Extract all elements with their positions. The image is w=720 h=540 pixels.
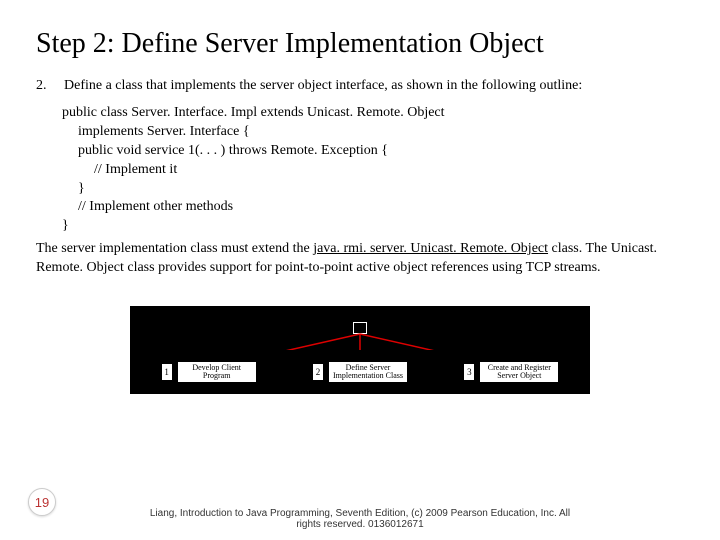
code-line: } (62, 217, 684, 236)
diagram: 1 Develop ClientProgram 2 Define ServerI… (130, 306, 590, 394)
code-line: public class Server. Interface. Impl ext… (62, 104, 684, 123)
diagram-root-box (353, 322, 367, 334)
code-line: public void service 1(. . . ) throws Rem… (62, 142, 684, 161)
diagram-top-bar (130, 306, 590, 350)
diagram-step: 2 Define ServerImplementation Class (312, 361, 408, 383)
code-line: } (62, 180, 684, 199)
diagram-step-label: Develop ClientProgram (177, 361, 257, 383)
footer-line: rights reserved. 0136012671 (296, 519, 423, 530)
slide-title: Step 2: Define Server Implementation Obj… (36, 28, 684, 60)
code-line: implements Server. Interface { (62, 123, 684, 142)
list-text: Define a class that implements the serve… (64, 78, 582, 94)
footer: Liang, Introduction to Java Programming,… (0, 508, 720, 530)
para-text: The server implementation class must ext… (36, 241, 313, 256)
footer-line: Liang, Introduction to Java Programming,… (150, 508, 570, 519)
list-number: 2. (36, 78, 50, 94)
diagram-step-num: 1 (161, 363, 173, 381)
diagram-step-label: Create and RegisterServer Object (479, 361, 559, 383)
code-line: // Implement other methods (62, 198, 684, 217)
diagram-step-label: Define ServerImplementation Class (328, 361, 408, 383)
diagram-step-num: 2 (312, 363, 324, 381)
list-item: 2. Define a class that implements the se… (36, 78, 684, 94)
diagram-step-num: 3 (463, 363, 475, 381)
diagram-step: 3 Create and RegisterServer Object (463, 361, 559, 383)
diagram-step: 1 Develop ClientProgram (161, 361, 257, 383)
slide: Step 2: Define Server Implementation Obj… (0, 0, 720, 540)
diagram-bottom-bar: 1 Develop ClientProgram 2 Define ServerI… (130, 350, 590, 394)
class-link[interactable]: java. rmi. server. Unicast. Remote. Obje… (313, 241, 548, 256)
code-block: public class Server. Interface. Impl ext… (62, 104, 684, 236)
code-line: // Implement it (62, 161, 684, 180)
paragraph: The server implementation class must ext… (36, 240, 684, 278)
